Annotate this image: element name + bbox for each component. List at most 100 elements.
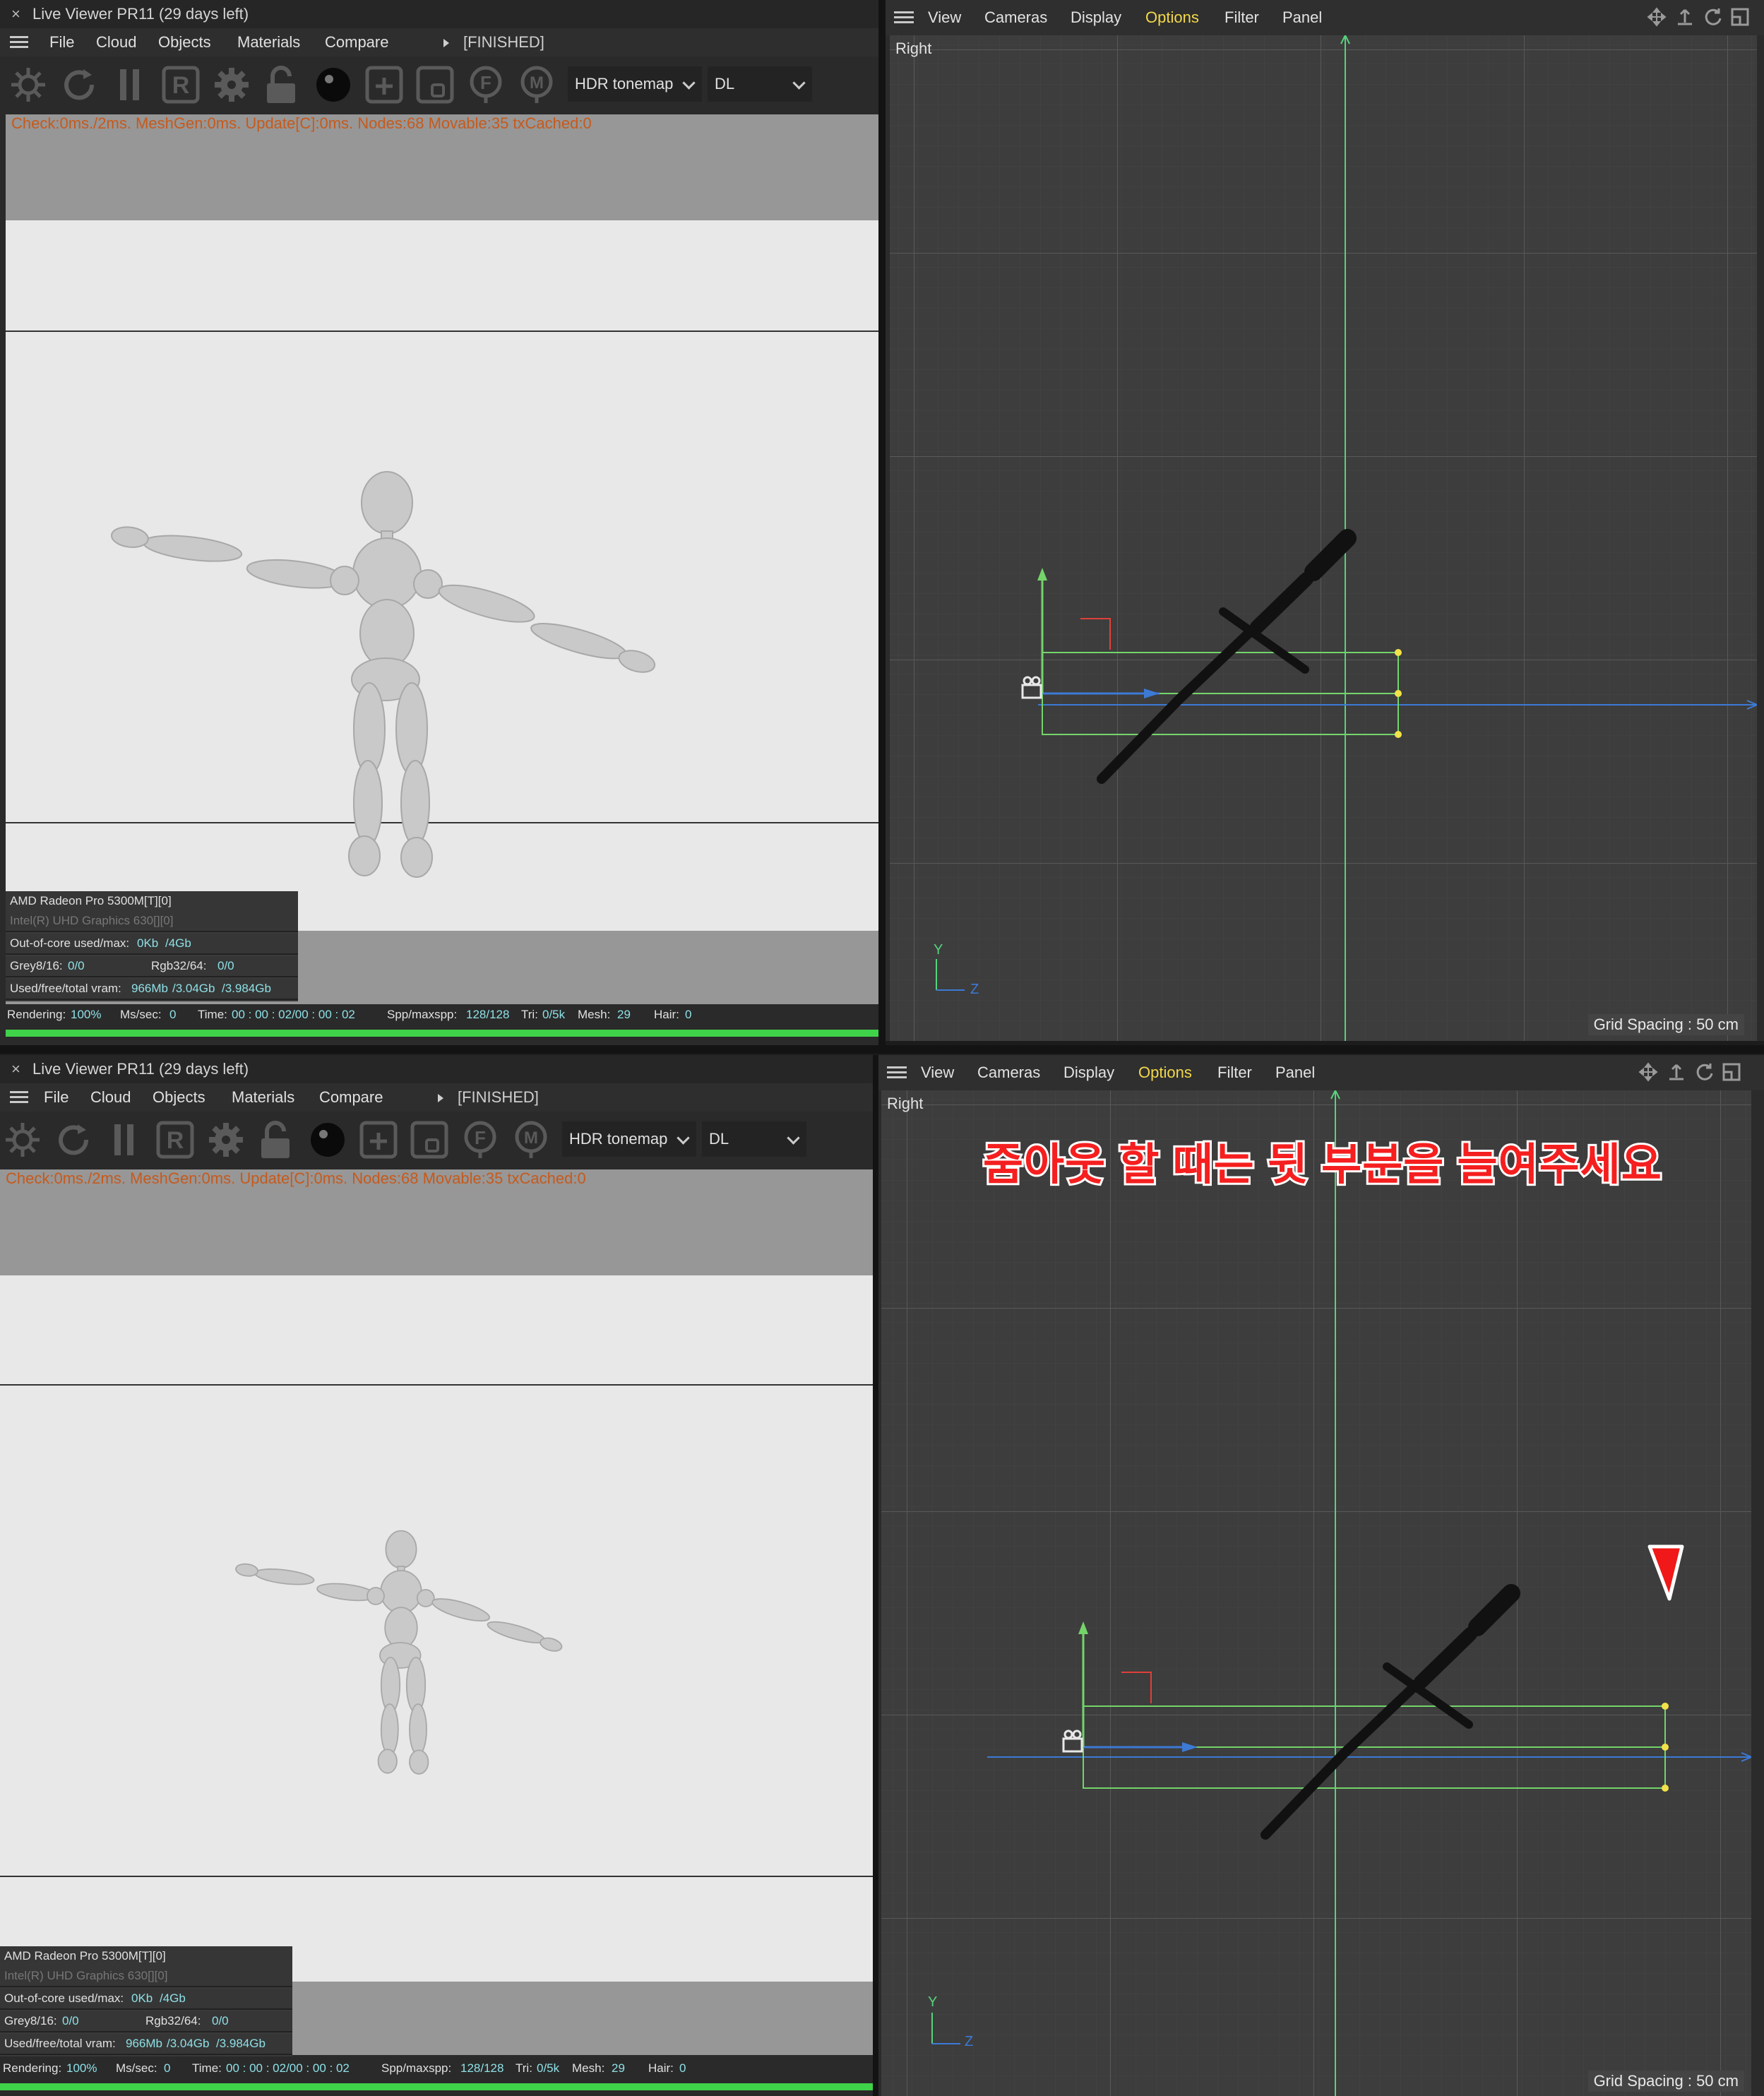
sphere-icon[interactable] xyxy=(314,65,353,105)
pause-icon[interactable] xyxy=(110,65,150,105)
menu-cloud[interactable]: Cloud xyxy=(90,1083,131,1112)
ms-value: 0 xyxy=(169,1008,177,1021)
add-icon[interactable] xyxy=(364,65,404,105)
tonemap-dropdown[interactable]: HDR tonemap xyxy=(568,66,702,102)
menu-compare[interactable]: Compare xyxy=(319,1083,383,1112)
scene-drawing xyxy=(881,1090,1751,2096)
render-status-bar: Rendering: 100% Ms/sec: 0 Time: 00 : 00 … xyxy=(0,1004,878,1025)
grid-spacing-label: Grid Spacing : 50 cm xyxy=(1587,2071,1744,2092)
hair-label: Hair: xyxy=(648,2061,674,2075)
panel-divider[interactable] xyxy=(878,0,886,1052)
sphere-icon[interactable] xyxy=(308,1120,347,1160)
menu-file[interactable]: File xyxy=(49,28,74,56)
menu-cameras[interactable]: Cameras xyxy=(977,1055,1040,1090)
panel-divider[interactable] xyxy=(0,1045,1764,1054)
tonemap-dropdown[interactable]: HDR tonemap xyxy=(562,1121,696,1157)
move-view-icon[interactable] xyxy=(1647,7,1667,27)
axis-z-label: Z xyxy=(965,2034,974,2049)
menu-view[interactable]: View xyxy=(921,1055,954,1090)
viewport-canvas[interactable]: Right Y Z Grid Spacing : 50 cm xyxy=(890,35,1757,1041)
menu-panel[interactable]: Panel xyxy=(1282,0,1322,35)
viewport-menubar: View Cameras Display Options Filter Pane… xyxy=(886,0,1764,35)
time-value: 00 : 00 : 02/00 : 00 : 02 xyxy=(226,2061,350,2075)
close-icon[interactable]: × xyxy=(11,1055,20,1083)
ooc-value: 0Kb xyxy=(131,1991,153,2005)
hamburger-menu-icon[interactable] xyxy=(887,1066,907,1079)
panel-divider[interactable] xyxy=(873,1055,878,2096)
aperture-icon[interactable] xyxy=(8,65,48,105)
svg-text:M: M xyxy=(524,1129,538,1148)
menu-panel[interactable]: Panel xyxy=(1275,1055,1315,1090)
viewer-toolbar: R F M HDR tonemap DL xyxy=(0,1112,873,1169)
viewer-title: Live Viewer PR11 (29 days left) xyxy=(32,5,249,23)
maximize-view-icon[interactable] xyxy=(1722,1062,1741,1082)
menu-materials[interactable]: Materials xyxy=(237,28,300,56)
menu-cameras[interactable]: Cameras xyxy=(984,0,1047,35)
rotate-view-icon[interactable] xyxy=(1703,7,1723,27)
chevron-down-icon xyxy=(682,76,696,90)
grey-label: Grey8/16: xyxy=(4,2014,57,2027)
pick-icon[interactable]: M xyxy=(511,1120,551,1160)
refresh-icon[interactable] xyxy=(54,1120,93,1160)
hamburger-menu-icon[interactable] xyxy=(894,11,914,24)
texture-row: Grey8/16: 0/0 Rgb32/64: 0/0 xyxy=(6,956,298,977)
vram-total: /3.984Gb xyxy=(216,2037,266,2050)
menu-cloud[interactable]: Cloud xyxy=(96,28,136,56)
pause-icon[interactable] xyxy=(105,1120,144,1160)
menu-display[interactable]: Display xyxy=(1063,1055,1114,1090)
maximize-view-icon[interactable] xyxy=(1730,7,1750,27)
check-timings: Check:0ms./2ms. MeshGen:0ms. Update[C]:0… xyxy=(11,114,592,132)
rotate-view-icon[interactable] xyxy=(1695,1062,1715,1082)
menu-filter[interactable]: Filter xyxy=(1217,1055,1252,1090)
pan-view-icon[interactable] xyxy=(1667,1062,1686,1082)
kernel-dropdown[interactable]: DL xyxy=(702,1121,806,1157)
menu-compare[interactable]: Compare xyxy=(325,28,388,56)
check-timings: Check:0ms./2ms. MeshGen:0ms. Update[C]:0… xyxy=(6,1169,586,1187)
rendering-label: Rendering: xyxy=(3,2061,62,2075)
clay-icon[interactable] xyxy=(410,1120,449,1160)
focus-icon[interactable]: F xyxy=(466,65,506,105)
rendering-value: 100% xyxy=(71,1008,102,1021)
kernel-dropdown[interactable]: DL xyxy=(708,66,812,102)
lock-icon[interactable] xyxy=(257,1120,297,1160)
pick-icon[interactable]: M xyxy=(517,65,556,105)
add-icon[interactable] xyxy=(359,1120,398,1160)
device-stats: AMD Radeon Pro 5300M[T][0] Intel(R) UHD … xyxy=(6,891,298,1001)
menu-file[interactable]: File xyxy=(44,1083,68,1112)
viewport-top: View Cameras Display Options Filter Pane… xyxy=(886,0,1764,1041)
menu-view[interactable]: View xyxy=(928,0,961,35)
mesh-label: Mesh: xyxy=(578,1008,611,1021)
menu-materials[interactable]: Materials xyxy=(232,1083,294,1112)
rgb-label: Rgb32/64: xyxy=(151,959,207,972)
menu-options[interactable]: Options xyxy=(1145,0,1199,35)
region-icon[interactable]: R xyxy=(155,1120,195,1160)
refresh-icon[interactable] xyxy=(59,65,99,105)
hamburger-menu-icon[interactable] xyxy=(10,36,28,49)
move-view-icon[interactable] xyxy=(1638,1062,1658,1082)
settings-gear-icon[interactable] xyxy=(212,65,251,105)
viewport-view-label[interactable]: Right xyxy=(887,1095,923,1113)
clay-icon[interactable] xyxy=(415,65,455,105)
texture-row: Grey8/16: 0/0 Rgb32/64: 0/0 xyxy=(0,2011,292,2032)
menu-options[interactable]: Options xyxy=(1138,1055,1192,1090)
viewport-canvas[interactable]: Right Y Z Grid Spacing : 50 cm 줌아웃 할 때는 … xyxy=(881,1090,1751,2096)
hamburger-menu-icon[interactable] xyxy=(10,1091,28,1104)
pan-view-icon[interactable] xyxy=(1675,7,1695,27)
focus-icon[interactable]: F xyxy=(460,1120,500,1160)
tri-value: 0/5k xyxy=(537,2061,560,2075)
ooc-row: Out-of-core used/max: 0Kb/4Gb xyxy=(0,1989,292,2010)
settings-gear-icon[interactable] xyxy=(206,1120,246,1160)
aperture-icon[interactable] xyxy=(3,1120,42,1160)
menu-objects[interactable]: Objects xyxy=(158,28,211,56)
close-icon[interactable]: × xyxy=(11,0,20,28)
lock-icon[interactable] xyxy=(263,65,302,105)
menu-objects[interactable]: Objects xyxy=(153,1083,205,1112)
spp-label: Spp/maxspp: xyxy=(387,1008,458,1021)
region-icon[interactable]: R xyxy=(161,65,201,105)
vram-label: Used/free/total vram: xyxy=(10,982,121,995)
viewport-view-label[interactable]: Right xyxy=(895,40,931,58)
device-stats: AMD Radeon Pro 5300M[T][0] Intel(R) UHD … xyxy=(0,1946,292,2056)
svg-text:R: R xyxy=(172,72,190,99)
menu-display[interactable]: Display xyxy=(1071,0,1121,35)
menu-filter[interactable]: Filter xyxy=(1224,0,1259,35)
